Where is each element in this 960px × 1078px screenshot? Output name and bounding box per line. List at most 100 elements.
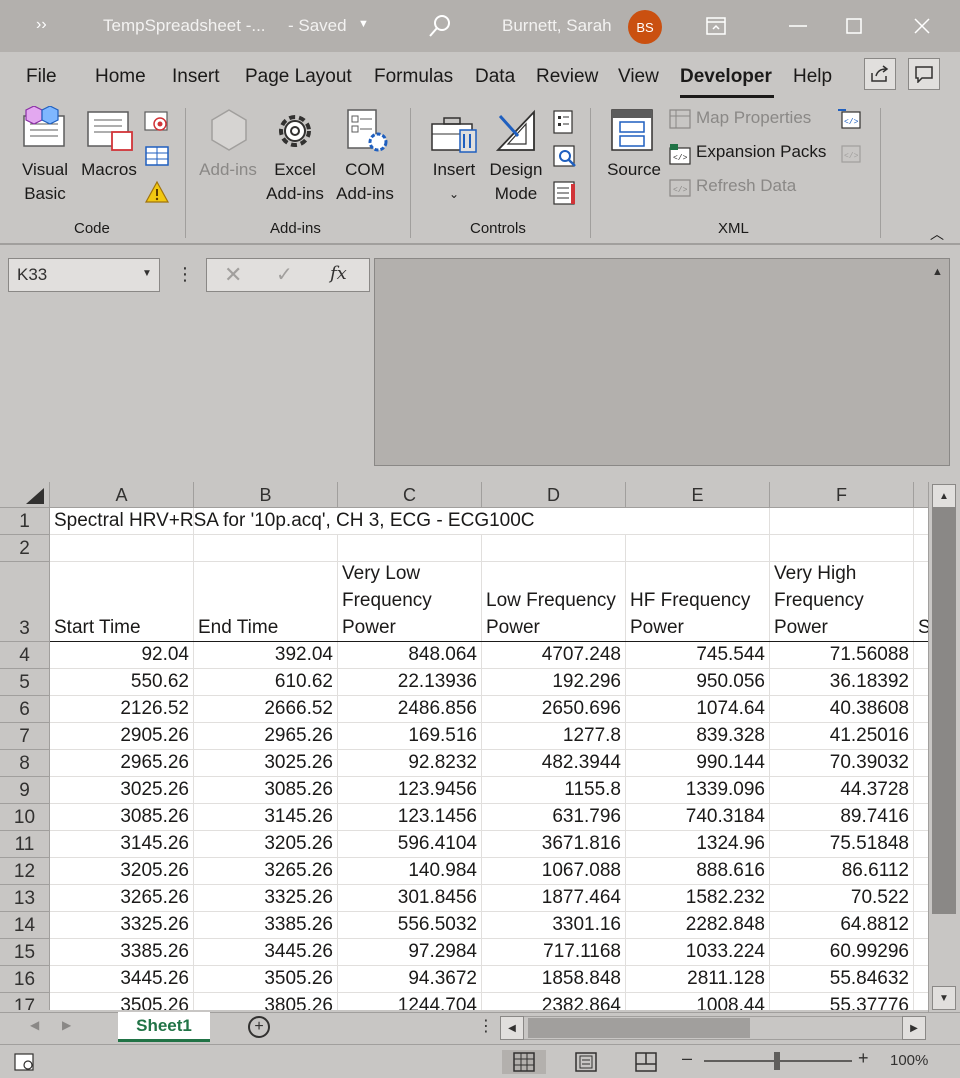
table-cell[interactable]: 596.4104 <box>338 831 482 858</box>
design-mode-icon[interactable] <box>494 108 538 154</box>
table-cell[interactable]: 41.25016 <box>770 723 914 750</box>
avatar[interactable]: BS <box>628 10 662 44</box>
table-cell[interactable] <box>914 669 928 696</box>
table-cell[interactable]: 40.38608 <box>770 696 914 723</box>
table-cell[interactable] <box>914 750 928 777</box>
column-title-cell[interactable]: S <box>914 562 928 642</box>
expansion-packs-button[interactable]: Expansion Packs <box>696 140 826 164</box>
title-cell[interactable]: Spectral HRV+RSA for '10p.acq', CH 3, EC… <box>50 508 535 535</box>
document-title[interactable]: TempSpreadsheet -... <box>103 16 266 36</box>
table-cell[interactable]: 2811.128 <box>626 966 770 993</box>
more-commands-button[interactable]: ›› <box>36 16 47 34</box>
design-mode-button[interactable]: Design Mode <box>486 158 546 206</box>
chevron-down-icon[interactable]: ▼ <box>142 268 152 279</box>
table-cell[interactable] <box>914 696 928 723</box>
table-cell[interactable]: 1244.704 <box>338 993 482 1010</box>
table-cell[interactable] <box>914 939 928 966</box>
column-title-cell[interactable]: Very High Frequency Power <box>770 562 914 642</box>
table-cell[interactable]: 482.3944 <box>482 750 626 777</box>
table-cell[interactable]: 75.51848 <box>770 831 914 858</box>
table-cell[interactable]: 1339.096 <box>626 777 770 804</box>
expansion-packs-icon[interactable]: </> <box>668 142 692 166</box>
table-cell[interactable] <box>914 642 928 669</box>
table-cell[interactable]: 36.18392 <box>770 669 914 696</box>
map-properties-button[interactable]: Map Properties <box>696 106 811 130</box>
table-cell[interactable]: 92.04 <box>50 642 194 669</box>
table-cell[interactable]: 1074.64 <box>626 696 770 723</box>
table-cell[interactable]: 3385.26 <box>50 939 194 966</box>
refresh-data-button[interactable]: Refresh Data <box>696 174 796 198</box>
table-cell[interactable]: 717.1168 <box>482 939 626 966</box>
column-title-cell[interactable]: End Time <box>194 562 338 642</box>
zoom-slider-thumb[interactable] <box>774 1052 780 1070</box>
view-code-icon[interactable] <box>552 144 578 170</box>
table-cell[interactable]: 2965.26 <box>50 750 194 777</box>
table-cell[interactable]: 3505.26 <box>194 966 338 993</box>
table-cell[interactable]: 2282.848 <box>626 912 770 939</box>
table-cell[interactable]: 55.84632 <box>770 966 914 993</box>
row-header[interactable]: 5 <box>0 669 50 696</box>
table-cell[interactable]: 2126.52 <box>50 696 194 723</box>
scroll-up-button[interactable]: ▲ <box>932 484 956 508</box>
table-cell[interactable]: 71.56088 <box>770 642 914 669</box>
more-options-icon[interactable]: ⋮ <box>176 264 194 285</box>
page-break-preview-button[interactable] <box>624 1050 668 1074</box>
row-header[interactable]: 2 <box>0 535 50 562</box>
table-cell[interactable]: 550.62 <box>50 669 194 696</box>
table-cell[interactable]: 97.2984 <box>338 939 482 966</box>
table-cell[interactable]: 123.1456 <box>338 804 482 831</box>
column-title-cell[interactable]: Start Time <box>50 562 194 642</box>
row-header[interactable]: 3 <box>0 562 50 642</box>
table-cell[interactable]: 22.13936 <box>338 669 482 696</box>
table-cell[interactable]: 3325.26 <box>50 912 194 939</box>
column-header-a[interactable]: A <box>50 482 194 508</box>
toolbox-icon[interactable] <box>430 112 478 154</box>
table-cell[interactable]: 2486.856 <box>338 696 482 723</box>
table-cell[interactable]: 3301.16 <box>482 912 626 939</box>
row-header[interactable]: 10 <box>0 804 50 831</box>
table-cell[interactable]: 1033.224 <box>626 939 770 966</box>
scroll-right-button[interactable]: ▶ <box>902 1016 926 1040</box>
visual-basic-icon[interactable] <box>20 106 68 150</box>
row-header[interactable]: 12 <box>0 858 50 885</box>
table-cell[interactable]: 990.144 <box>626 750 770 777</box>
table-cell[interactable]: 169.516 <box>338 723 482 750</box>
table-cell[interactable]: 839.328 <box>626 723 770 750</box>
ribbon-display-options-icon[interactable] <box>704 14 728 38</box>
table-cell[interactable]: 2650.696 <box>482 696 626 723</box>
table-cell[interactable]: 3805.26 <box>194 993 338 1010</box>
name-box[interactable]: K33 <box>8 258 160 292</box>
scroll-down-button[interactable]: ▼ <box>932 986 956 1010</box>
add-ins-button[interactable]: Add-ins <box>198 158 258 182</box>
table-cell[interactable]: 3085.26 <box>194 777 338 804</box>
cell[interactable] <box>194 508 338 535</box>
table-cell[interactable]: 3205.26 <box>194 831 338 858</box>
zoom-in-button[interactable]: + <box>858 1048 869 1069</box>
row-header[interactable]: 1 <box>0 508 50 535</box>
table-cell[interactable]: 2382.864 <box>482 993 626 1010</box>
table-cell[interactable]: 89.7416 <box>770 804 914 831</box>
horizontal-scroll-thumb[interactable] <box>528 1018 750 1038</box>
xml-export-icon[interactable]: </> <box>838 142 864 166</box>
cancel-icon[interactable]: ✕ <box>224 262 242 288</box>
tab-developer[interactable]: Developer <box>680 66 772 88</box>
table-cell[interactable] <box>914 858 928 885</box>
xml-source-icon[interactable] <box>610 108 656 154</box>
table-cell[interactable]: 3445.26 <box>50 966 194 993</box>
table-cell[interactable]: 950.056 <box>626 669 770 696</box>
xml-import-icon[interactable]: </> <box>838 108 864 132</box>
macro-recording-icon[interactable] <box>14 1052 36 1072</box>
table-cell[interactable]: 2965.26 <box>194 723 338 750</box>
table-cell[interactable]: 3505.26 <box>50 993 194 1010</box>
table-cell[interactable]: 1324.96 <box>626 831 770 858</box>
record-macro-icon[interactable] <box>144 110 170 134</box>
share-button[interactable] <box>864 58 896 90</box>
insert-function-button[interactable]: fx <box>330 263 347 284</box>
source-button[interactable]: Source <box>604 158 664 182</box>
zoom-level[interactable]: 100% <box>890 1052 928 1069</box>
table-cell[interactable]: 888.616 <box>626 858 770 885</box>
comments-button[interactable] <box>908 58 940 90</box>
table-cell[interactable]: 70.522 <box>770 885 914 912</box>
table-cell[interactable]: 4707.248 <box>482 642 626 669</box>
table-cell[interactable] <box>914 885 928 912</box>
